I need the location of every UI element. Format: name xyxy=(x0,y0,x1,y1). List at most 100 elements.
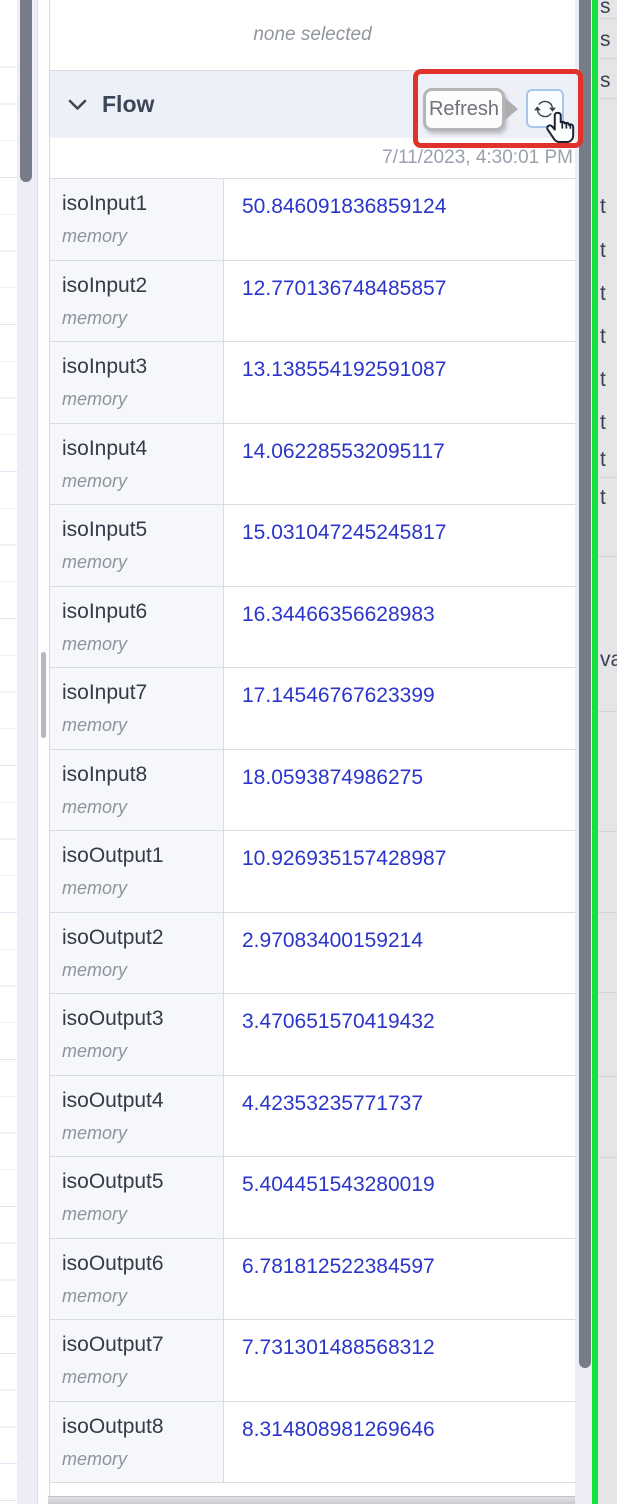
variable-type: memory xyxy=(62,552,128,572)
table-row[interactable]: isoInput5 memory 15.031047245245817 xyxy=(50,505,575,587)
variable-value: 10.926935157428987 xyxy=(242,847,447,870)
variable-name-cell: isoOutput8 memory xyxy=(50,1401,224,1482)
table-row[interactable]: isoInput1 memory 50.846091836859124 xyxy=(50,179,575,261)
variable-type: memory xyxy=(62,715,128,735)
variable-name-cell: isoInput6 memory xyxy=(50,586,224,667)
variable-value: 2.97083400159214 xyxy=(242,928,424,952)
variable-name-cell: isoOutput4 memory xyxy=(50,1075,224,1156)
variable-name: isoOutput8 xyxy=(62,1414,164,1438)
variable-value: 50.846091836859124 xyxy=(242,195,447,218)
row-divider xyxy=(598,58,617,59)
variable-value: 5.404451543280019 xyxy=(242,1173,435,1196)
table-row[interactable]: isoOutput7 memory 7.731301488568312 xyxy=(50,1320,575,1402)
table-row[interactable]: isoInput3 memory 13.138554192591087 xyxy=(50,342,575,424)
table-row[interactable]: isoInput2 memory 12.770136748485857 xyxy=(50,260,575,342)
variable-name: isoInput7 xyxy=(62,681,148,704)
variable-name-cell: isoOutput2 memory xyxy=(50,912,224,993)
variable-name: isoOutput2 xyxy=(62,925,164,949)
last-refresh-timestamp: 7/11/2023, 4:30:01 PM xyxy=(382,147,573,168)
variable-type: memory xyxy=(62,1204,128,1224)
panel-bottom-bar xyxy=(48,1496,575,1504)
tooltip-arrow xyxy=(505,98,518,120)
variable-type: memory xyxy=(62,796,128,817)
variable-name-cell: isoOutput5 memory xyxy=(50,1157,224,1238)
variable-name-cell: isoInput2 memory xyxy=(50,260,224,341)
variable-name: isoOutput5 xyxy=(62,1170,164,1193)
variable-type: memory xyxy=(62,1041,128,1061)
variable-name: isoOutput3 xyxy=(62,1007,164,1030)
row-divider xyxy=(598,1157,617,1158)
refresh-button[interactable] xyxy=(526,89,564,128)
variable-name-cell: isoInput3 memory xyxy=(50,342,224,423)
variable-type: memory xyxy=(62,389,128,409)
chevron-down-icon[interactable] xyxy=(68,99,87,111)
variable-name: isoInput8 xyxy=(62,762,148,786)
variable-name-cell: isoOutput6 memory xyxy=(50,1238,224,1319)
left-mini-scrollbar-thumb[interactable] xyxy=(41,652,46,738)
table-row[interactable]: isoOutput3 memory 3.470651570419432 xyxy=(50,994,575,1076)
variable-type: memory xyxy=(62,1285,128,1306)
clipped-text-fragment: t xyxy=(600,325,606,348)
table-row[interactable]: isoOutput1 memory 10.926935157428987 xyxy=(50,831,575,913)
workspace-grid xyxy=(0,0,18,1504)
variable-type: memory xyxy=(62,307,128,328)
left-scrollbar-track[interactable] xyxy=(17,0,38,1504)
row-divider xyxy=(598,98,617,99)
variable-value: 6.781812522384597 xyxy=(242,1254,435,1278)
clipped-text-fragment: t xyxy=(600,368,606,391)
variable-type: memory xyxy=(62,959,128,980)
variable-value: 14.062285532095117 xyxy=(242,439,445,463)
variable-name-cell: isoInput1 memory xyxy=(50,179,224,260)
variable-type: memory xyxy=(62,1122,128,1143)
table-row[interactable]: isoInput4 memory 14.062285532095117 xyxy=(50,423,575,505)
row-divider xyxy=(598,18,617,19)
selection-header: none selected xyxy=(50,0,575,71)
variable-name-cell: isoOutput1 memory xyxy=(50,831,224,912)
variable-name-cell: isoInput7 memory xyxy=(50,668,224,749)
variable-name: isoOutput7 xyxy=(62,1333,164,1356)
variable-name: isoOutput6 xyxy=(62,1251,164,1275)
adjacent-panel-edge: s s s t t t t t t t t va xyxy=(598,0,617,1504)
table-row[interactable]: isoInput7 memory 17.14546767623399 xyxy=(50,668,575,750)
variable-value: 13.138554192591087 xyxy=(242,358,447,381)
row-divider xyxy=(598,556,617,557)
row-divider xyxy=(598,912,617,913)
variable-name-cell: isoOutput7 memory xyxy=(50,1320,224,1401)
variable-type: memory xyxy=(62,226,128,246)
refresh-tooltip: Refresh xyxy=(423,88,505,131)
variable-type: memory xyxy=(62,878,128,898)
table-row[interactable]: isoOutput4 memory 4.42353235771737 xyxy=(50,1075,575,1157)
variable-name-cell: isoInput4 memory xyxy=(50,423,224,504)
left-scrollbar-thumb[interactable] xyxy=(20,0,32,182)
clipped-text-fragment: t xyxy=(600,239,606,262)
variable-name: isoInput1 xyxy=(62,192,148,215)
left-gutter xyxy=(38,0,50,1504)
refresh-tooltip-label: Refresh xyxy=(428,98,500,120)
clipped-text-fragment: s xyxy=(600,28,611,51)
table-row[interactable]: isoOutput8 memory 8.314808981269646 xyxy=(50,1401,575,1483)
screenshot-root: none selected Flow 7/11/2023, 4:30:01 PM… xyxy=(0,0,617,1504)
row-divider xyxy=(598,992,617,993)
table-row[interactable]: isoOutput6 memory 6.781812522384597 xyxy=(50,1238,575,1320)
clipped-text-fragment: t xyxy=(600,486,606,509)
table-row[interactable]: isoInput8 memory 18.0593874986275 xyxy=(50,749,575,831)
clipped-text-fragment: va xyxy=(600,648,617,671)
variable-type: memory xyxy=(62,470,128,491)
variable-name: isoInput3 xyxy=(62,355,148,378)
variable-type: memory xyxy=(62,633,128,654)
clipped-text-fragment: t xyxy=(600,195,606,218)
table-row[interactable]: isoOutput2 memory 2.97083400159214 xyxy=(50,912,575,994)
row-divider xyxy=(598,1076,617,1077)
details-panel: none selected Flow 7/11/2023, 4:30:01 PM… xyxy=(50,0,575,1504)
variable-name: isoInput6 xyxy=(62,599,148,623)
right-scrollbar-thumb[interactable] xyxy=(579,0,591,1368)
refresh-icon xyxy=(534,100,556,117)
section-title: Flow xyxy=(102,91,155,117)
variable-value: 12.770136748485857 xyxy=(242,276,447,300)
table-row[interactable]: isoOutput5 memory 5.404451543280019 xyxy=(50,1157,575,1239)
variable-type: memory xyxy=(62,1367,128,1387)
variable-name-cell: isoInput5 memory xyxy=(50,505,224,586)
table-row[interactable]: isoInput6 memory 16.34466356628983 xyxy=(50,586,575,668)
variable-name-cell: isoOutput3 memory xyxy=(50,994,224,1075)
variable-value: 18.0593874986275 xyxy=(242,765,424,789)
